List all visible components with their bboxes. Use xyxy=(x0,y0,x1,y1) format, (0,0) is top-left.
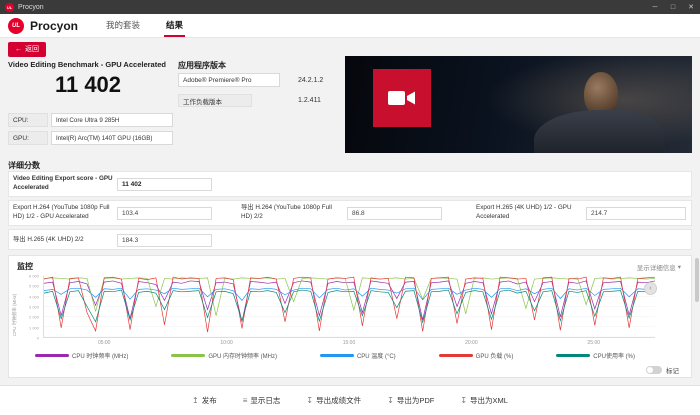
legend-swatch-cpu-temp xyxy=(319,354,354,357)
legend-swatch-gpu-load xyxy=(438,354,473,357)
ul-logo-icon: UL xyxy=(5,2,14,12)
benchmark-title: Video Editing Benchmark - GPU Accelerate… xyxy=(8,60,166,69)
detail-value: 11 402 xyxy=(117,178,212,191)
back-arrow-icon: ← xyxy=(15,45,22,53)
back-button[interactable]: ← 返回 xyxy=(8,42,46,57)
detail-label: 导出 H.264 (YouTube 1080p Full HD) 2/2 xyxy=(241,204,332,220)
legend-label: CPU使用率 (%) xyxy=(593,354,635,360)
cpu-label-chip: CPU: xyxy=(8,113,48,127)
ul-brand-logo: UL xyxy=(8,17,24,34)
main-tabs: 我的套装 结果 xyxy=(104,14,207,37)
show-details-link[interactable]: 显示详细信息 ▾ xyxy=(637,262,681,272)
detail-value: 103.4 xyxy=(117,207,212,220)
detail-value: 214.7 xyxy=(586,207,686,220)
details-section-title: 详细分数 xyxy=(8,161,40,170)
legend-label: GPU 内存时钟频率 (MHz) xyxy=(208,354,277,360)
detail-row-h264-h265: Export H.264 (YouTube 1080p Full HD) 1/2… xyxy=(8,200,692,226)
legend-item-cpu-usage: CPU使用率 (%) xyxy=(556,351,635,360)
export-xml-button[interactable]: ↧ 导出为XML xyxy=(460,395,508,406)
app-version-row: Adobe® Premiere® Pro 24.2.1.2 xyxy=(178,73,323,87)
detail-label: Export H.264 (YouTube 1080p Full HD) 1/2… xyxy=(13,204,110,220)
app-name: Adobe® Premiere® Pro xyxy=(178,73,280,87)
legend-item-gpu-mem-clock: GPU 内存时钟频率 (MHz) xyxy=(171,351,277,360)
app-version-title: 应用程序版本 xyxy=(178,61,226,70)
gpu-value: Intel(R) Arc(TM) 140T GPU (16GB) xyxy=(51,131,173,145)
detail-value: 86.8 xyxy=(347,207,442,220)
monitoring-chart xyxy=(43,276,655,338)
video-camera-icon xyxy=(388,91,415,105)
gpu-label-chip: GPU: xyxy=(8,131,48,145)
chart-legend: CPU 时钟频率 (MHz) GPU 内存时钟频率 (MHz) CPU 温度 (… xyxy=(35,351,635,360)
legend-item-gpu-load: GPU 负载 (%) xyxy=(438,351,514,360)
toggle-pill-icon xyxy=(646,366,662,374)
legend-item-cpu-clock: CPU 时钟频率 (MHz) xyxy=(35,351,128,360)
tab-results[interactable]: 结果 xyxy=(164,14,186,37)
publish-icon: ↥ xyxy=(192,396,199,405)
detail-label: Video Editing Export score - GPU Acceler… xyxy=(13,175,113,191)
legend-swatch-cpu-clock xyxy=(35,354,69,357)
toggle-knob-icon xyxy=(647,367,653,373)
back-label: 返回 xyxy=(25,46,39,53)
video-editing-icon xyxy=(373,69,431,127)
download-icon: ↧ xyxy=(306,396,314,405)
detail-row-export-score: Video Editing Export score - GPU Acceler… xyxy=(8,171,692,197)
gpu-row: GPU: Intel(R) Arc(TM) 140T GPU (16GB) xyxy=(8,131,173,145)
vertical-scrollbar-thumb[interactable] xyxy=(695,258,699,302)
mark-label: 标记 xyxy=(666,368,679,375)
main-score: 11 402 xyxy=(54,72,122,97)
detail-row-h265-2: 导出 H.265 (4K UHD) 2/2 184.3 xyxy=(8,229,692,250)
monitoring-card: 监控 显示详细信息 ▾ CPU 时钟频率 (MHz) 6 000 5 000 4 0… xyxy=(8,255,692,378)
footer-actions-bar: ↥ 发布 ≡ 显示日志 ↧ 导出成绩文件 ↧ 导出为PDF ↧ 导出为XML xyxy=(0,385,700,415)
chart-pan-button[interactable]: ‹ xyxy=(644,282,657,295)
tab-my-suites[interactable]: 我的套装 xyxy=(104,14,142,37)
legend-label: CPU 温度 (°C) xyxy=(356,354,396,360)
legend-label: GPU 负载 (%) xyxy=(475,354,514,360)
window-controls: ─ □ ✕ xyxy=(646,0,700,14)
detail-label: Export H.265 (4K UHD) 1/2 - GPU Accelera… xyxy=(476,204,572,220)
brand-name: Procyon xyxy=(30,18,79,33)
minimize-icon[interactable]: ─ xyxy=(646,0,664,14)
publish-label: 发布 xyxy=(201,396,217,405)
chart-y-axis-label: CPU 时钟频率 (MHz) xyxy=(12,293,17,336)
chart-x-ticks: 05:00 10:00 15:00 20:00 25:00 xyxy=(97,340,601,346)
export-result-file-label: 导出成绩文件 xyxy=(316,396,362,405)
maximize-icon[interactable]: □ xyxy=(664,0,682,14)
app-header: UL Procyon 我的套装 结果 xyxy=(0,14,700,38)
chart-y-ticks: 6 000 5 000 4 000 3 000 2 000 1 000 0 xyxy=(28,273,39,341)
log-icon: ≡ xyxy=(242,396,248,405)
cpu-value: Intel Core Ultra 9 285H xyxy=(51,113,173,127)
workload-version-row: 工作负载版本 1.2.411 xyxy=(178,94,321,107)
export-pdf-button[interactable]: ↧ 导出为PDF xyxy=(387,395,434,406)
workload-version-value: 1.2.411 xyxy=(298,97,321,104)
publish-button[interactable]: ↥ 发布 xyxy=(192,395,217,406)
workload-label-chip: 工作负载版本 xyxy=(178,94,252,107)
export-xml-label: 导出为XML xyxy=(470,396,508,405)
export-result-file-button[interactable]: ↧ 导出成绩文件 xyxy=(306,395,361,406)
legend-label: CPU 时钟频率 (MHz) xyxy=(72,354,129,360)
chevron-down-icon: ▾ xyxy=(677,264,681,271)
detail-value: 184.3 xyxy=(117,234,212,247)
legend-swatch-cpu-usage xyxy=(556,354,591,357)
monitoring-chart-svg xyxy=(44,276,655,337)
legend-item-cpu-temp: CPU 温度 (°C) xyxy=(319,351,396,360)
benchmark-hero-image xyxy=(345,56,692,153)
show-details-label: 显示详细信息 xyxy=(636,265,676,272)
window-titlebar: UL Procyon ─ □ ✕ xyxy=(0,0,700,14)
cpu-row: CPU: Intel Core Ultra 9 285H xyxy=(8,113,173,127)
monitoring-title: 监控 xyxy=(17,262,33,271)
export-pdf-label: 导出为PDF xyxy=(396,396,435,405)
window-title: Procyon xyxy=(18,3,44,11)
app-version-value: 24.2.1.2 xyxy=(298,76,324,84)
close-icon[interactable]: ✕ xyxy=(682,0,700,14)
download-icon: ↧ xyxy=(387,396,394,405)
download-icon: ↧ xyxy=(460,396,468,405)
show-log-label: 显示日志 xyxy=(250,396,281,405)
show-log-button[interactable]: ≡ 显示日志 xyxy=(243,395,281,406)
mark-toggle[interactable]: 标记 xyxy=(646,365,679,375)
legend-swatch-gpu-mem-clock xyxy=(171,354,206,357)
